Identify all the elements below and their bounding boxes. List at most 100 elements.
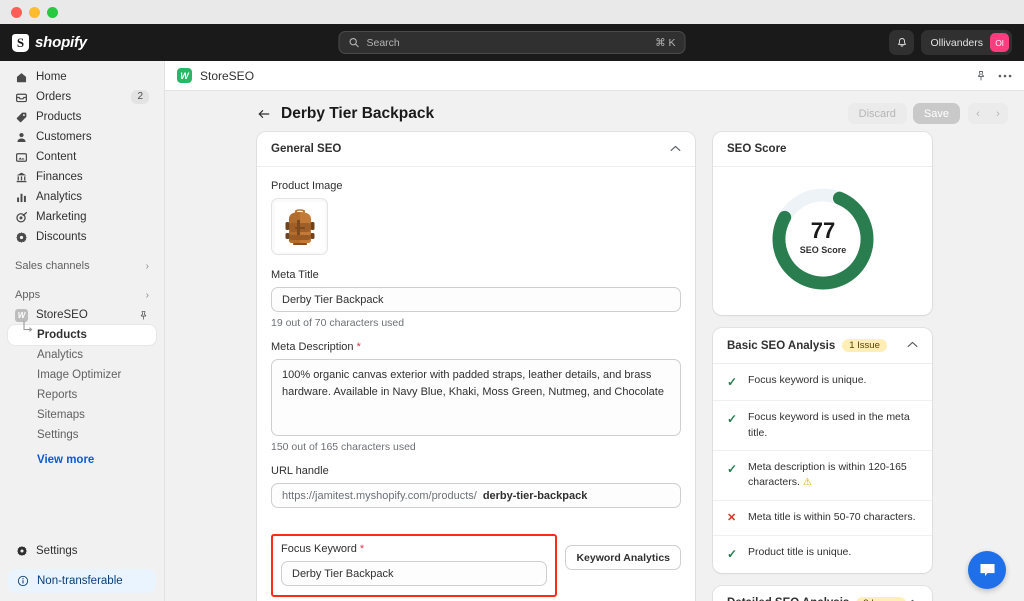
sidebar-bottom-cluster: Settings Non-transferable [8,541,156,601]
sidebar-section-sales-channels[interactable]: Sales channels › [8,256,156,276]
app-shell: Home Orders 2 Products Customers Content… [0,61,1024,601]
analysis-row-text: Focus keyword is used in the meta title. [748,411,910,439]
chat-widget-button[interactable] [968,551,1006,589]
sidebar-item-content[interactable]: Content [8,147,156,167]
more-horizontal-icon[interactable] [998,74,1012,78]
discard-button[interactable]: Discard [847,103,907,124]
sidebar-subitem-label: Sitemaps [37,409,85,421]
basic-seo-analysis-header[interactable]: Basic SEO Analysis 1 Issue [713,328,932,364]
url-handle-input[interactable]: https://jamitest.myshopify.com/products/… [271,483,681,508]
pin-icon[interactable] [138,310,149,321]
next-product-button[interactable]: › [988,103,1008,124]
search-input[interactable]: Search [367,37,649,49]
notifications-button[interactable] [889,30,915,55]
content-columns: General SEO Product Image Meta Title Der… [165,132,1024,601]
sidebar-item-products[interactable]: Products [8,107,156,127]
detailed-seo-analysis-header[interactable]: Detailed SEO Analysis 2 Issues [713,586,932,601]
sidebar-item-label: Orders [36,91,72,103]
general-seo-title: General SEO [271,143,342,155]
save-button[interactable]: Save [912,103,960,124]
chevron-up-icon[interactable] [670,144,681,155]
chevron-right-icon: › [145,260,149,272]
global-search-bar[interactable]: Search ⌘ K [338,31,686,54]
sidebar-view-more-link[interactable]: View more [8,450,156,470]
meta-description-label: Meta Description * [271,341,361,353]
app-title-bar: W StoreSEO [165,61,1024,91]
search-shortcut-hint: ⌘ K [655,36,676,49]
search-icon [349,37,359,48]
customers-icon [15,131,28,144]
sidebar-subitem-label: Products [37,329,87,341]
sidebar-item-storeseo-image-optimizer[interactable]: Image Optimizer [8,365,156,385]
avatar: Ol [990,33,1009,52]
sidebar-item-storeseo-analytics[interactable]: Analytics [8,345,156,365]
sidebar-settings-label: Settings [36,545,78,557]
sidebar-subitem-label: Settings [37,429,79,441]
meta-description-char-counter: 150 out of 165 characters used [271,441,416,453]
general-seo-card-header[interactable]: General SEO [257,132,695,167]
sidebar-item-finances[interactable]: Finances [8,167,156,187]
meta-title-char-counter: 19 out of 70 characters used [271,317,405,329]
chat-bubble-icon [979,563,995,576]
storeseo-logo-icon: W [15,308,28,322]
product-image-thumbnail[interactable] [271,198,328,255]
page-title: Derby Tier Backpack [281,104,435,122]
sidebar-item-settings[interactable]: Settings [8,541,156,561]
chevron-up-icon[interactable] [907,340,918,351]
shopify-bag-icon: S [12,33,29,52]
non-transferable-label: Non-transferable [37,575,123,587]
pin-icon[interactable] [975,70,987,82]
focus-keyword-label: Focus Keyword * [281,543,365,555]
app-title: StoreSEO [200,68,255,83]
analysis-row-text: Focus keyword is unique. [748,374,867,386]
seo-score-title: SEO Score [727,143,787,155]
meta-title-label: Meta Title [271,269,319,281]
sidebar-item-storeseo-sitemaps[interactable]: Sitemaps [8,405,156,425]
basic-seo-analysis-title: Basic SEO Analysis [727,339,836,352]
sidebar-subitem-label: Image Optimizer [37,369,122,381]
user-menu-button[interactable]: Ollivanders Ol [921,30,1012,55]
window-minimize-button[interactable] [29,6,40,18]
window-close-button[interactable] [11,6,22,18]
sidebar-section-label: Sales channels [15,260,90,272]
sidebar-item-analytics[interactable]: Analytics [8,187,156,207]
left-column: General SEO Product Image Meta Title Der… [257,132,695,601]
meta-title-input[interactable]: Derby Tier Backpack [271,287,681,312]
analysis-row-text: Meta title is within 50-70 characters. [748,510,916,523]
sidebar-item-marketing[interactable]: Marketing [8,207,156,227]
focus-keyword-input[interactable]: Derby Tier Backpack [281,561,548,586]
sidebar-item-storeseo-reports[interactable]: Reports [8,385,156,405]
sidebar-item-orders[interactable]: Orders 2 [8,87,156,107]
embedded-app-frame: W StoreSEO Derby Tier Backpack Discard S… [164,61,1024,601]
seo-score-ring-chart: 77 SEO Score [772,188,873,290]
shopify-brand[interactable]: S shopify [12,33,152,52]
page-header: Derby Tier Backpack Discard Save ‹ › [165,91,1024,132]
keyword-analytics-button[interactable]: Keyword Analytics [565,545,681,570]
sidebar-item-home[interactable]: Home [8,67,156,87]
sidebar-section-apps[interactable]: Apps › [8,285,156,305]
chevron-right-icon: › [145,289,149,301]
back-arrow-icon[interactable] [257,107,271,121]
seo-score-card-header: SEO Score [713,132,932,167]
user-name: Ollivanders [930,36,983,49]
window-maximize-button[interactable] [47,6,58,18]
analytics-bars-icon [15,191,28,204]
shopify-wordmark: shopify [35,34,87,51]
general-seo-card: General SEO Product Image Meta Title Der… [257,132,695,601]
required-asterisk: * [356,341,361,353]
home-icon [15,71,28,84]
sidebar-section-label: Apps [15,289,41,301]
basic-seo-issue-badge: 1 Issue [842,339,887,352]
detailed-seo-analysis-title: Detailed SEO Analysis [727,597,849,601]
sidebar-item-customers[interactable]: Customers [8,127,156,147]
url-prefix: https://jamitest.myshopify.com/products/ [282,489,477,502]
url-handle-value: derby-tier-backpack [482,489,588,502]
sidebar-item-discounts[interactable]: Discounts [8,227,156,247]
meta-description-input[interactable]: 100% organic canvas exterior with padded… [271,359,681,436]
info-icon [17,575,29,587]
content-icon [15,151,28,164]
sidebar-item-storeseo-settings[interactable]: Settings [8,425,156,445]
previous-product-button[interactable]: ‹ [968,103,988,124]
non-transferable-banner[interactable]: Non-transferable [8,569,156,593]
seo-score-value: 77 [810,218,834,243]
